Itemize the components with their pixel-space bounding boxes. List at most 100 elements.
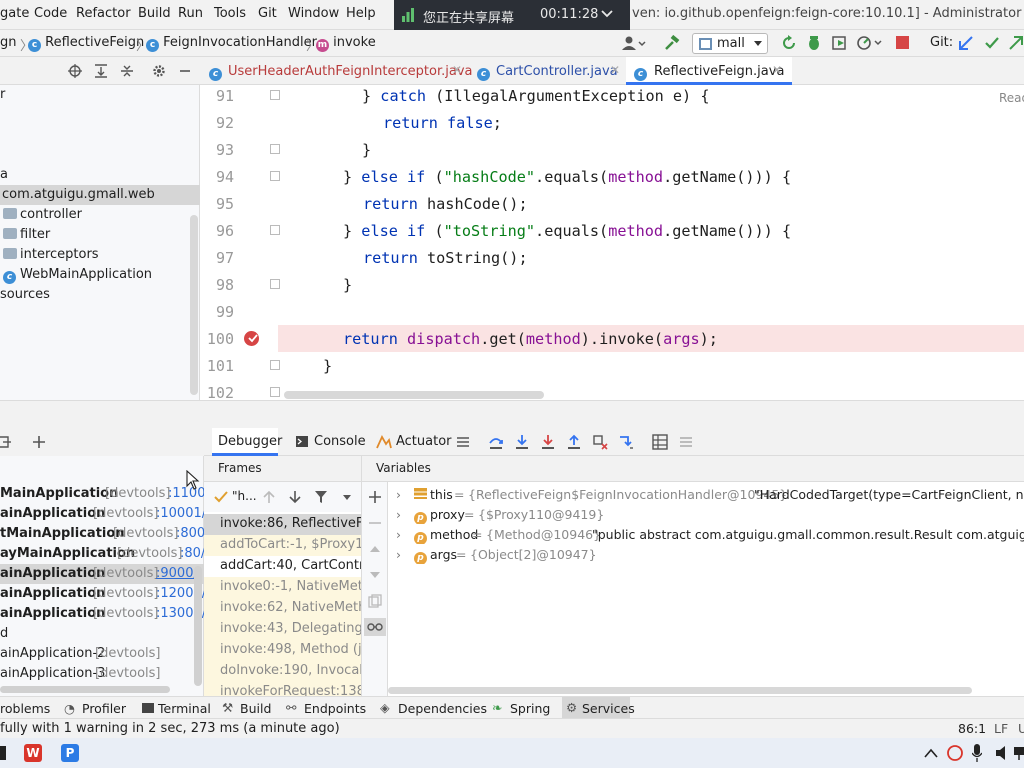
stack-frame[interactable]: addCart:40, CartController bbox=[204, 556, 361, 577]
close-icon[interactable]: ✕ bbox=[452, 63, 462, 77]
menu-lines-icon[interactable] bbox=[456, 435, 470, 449]
menu-window[interactable]: Window bbox=[288, 6, 339, 21]
service-item[interactable]: ainApplication-2 [devtools] bbox=[0, 644, 204, 664]
tool-tab-spring[interactable]: ❧ Spring bbox=[492, 697, 554, 719]
force-step-into-icon[interactable] bbox=[540, 434, 556, 450]
tab-debugger[interactable]: Debugger bbox=[212, 428, 282, 456]
tree-item[interactable]: r bbox=[0, 85, 200, 105]
run-configuration-selector[interactable]: mall bbox=[692, 33, 768, 54]
user-icon[interactable] bbox=[622, 36, 646, 50]
stack-frame[interactable]: addToCart:-1, $Proxy110 bbox=[204, 535, 361, 556]
step-over-icon[interactable] bbox=[488, 434, 504, 450]
line-separator[interactable]: LF bbox=[994, 721, 1008, 736]
minimize-icon[interactable] bbox=[178, 64, 192, 78]
tool-tab-build[interactable]: ⚒ Build bbox=[220, 697, 276, 719]
move-up-icon[interactable] bbox=[368, 542, 382, 556]
fold-marker-icon[interactable] bbox=[270, 171, 280, 181]
tree-item-resources[interactable]: sources bbox=[0, 285, 200, 305]
remove-watch-icon[interactable] bbox=[368, 516, 382, 530]
editor-horizontal-scrollbar[interactable] bbox=[284, 391, 544, 399]
trace-icon[interactable] bbox=[678, 434, 694, 450]
tab-userheaderauthfeigninterceptor[interactable]: c UserHeaderAuthFeignInterceptor.java ✕ bbox=[200, 57, 473, 85]
tree-item-interceptors[interactable]: interceptors bbox=[0, 245, 200, 265]
service-item[interactable]: MainApplication [devtools]:11000 bbox=[0, 484, 214, 504]
chevron-up-icon[interactable] bbox=[924, 748, 938, 758]
service-item[interactable]: ainApplication [devtools]:10001/ bbox=[0, 504, 206, 524]
chevron-down-icon[interactable] bbox=[342, 494, 352, 501]
caret-position[interactable]: 86:1 bbox=[958, 721, 986, 736]
tool-tab-profiler[interactable]: ◔ Profiler bbox=[62, 697, 126, 719]
reader-mode-toggle[interactable]: Read bbox=[999, 91, 1024, 105]
service-item[interactable]: tMainApplication [devtools]:8001 bbox=[0, 524, 213, 544]
menu-navigate[interactable]: gate bbox=[0, 6, 29, 21]
fold-marker-icon[interactable] bbox=[270, 360, 280, 370]
step-out-icon[interactable] bbox=[566, 434, 582, 450]
stack-frame[interactable]: invoke:86, ReflectiveFeign bbox=[204, 514, 361, 535]
add-icon[interactable] bbox=[32, 435, 46, 449]
stack-frame[interactable]: doInvoke:190, InvocableHandlerMethod bbox=[204, 661, 361, 682]
tree-item-webmainapplication[interactable]: c WebMainApplication bbox=[0, 265, 200, 285]
git-update-icon[interactable] bbox=[958, 35, 974, 51]
breadcrumb-module[interactable]: gn bbox=[0, 35, 17, 50]
thread-selector[interactable]: "h... bbox=[232, 489, 257, 503]
network-icon[interactable] bbox=[1014, 745, 1024, 761]
profiler-icon[interactable] bbox=[856, 35, 882, 51]
service-item[interactable]: ainApplication [devtools]:12000/ bbox=[0, 584, 206, 604]
stack-frame[interactable]: invoke:62, NativeMethodAccessorImpl bbox=[204, 598, 361, 619]
presentation-app-icon[interactable]: P bbox=[61, 744, 79, 762]
chevron-right-icon[interactable]: › bbox=[396, 527, 401, 542]
service-item[interactable]: d bbox=[0, 624, 204, 644]
chevron-right-icon[interactable]: › bbox=[396, 547, 401, 562]
arrow-down-icon[interactable] bbox=[288, 490, 302, 504]
tab-cartcontroller[interactable]: c CartController.java ✕ bbox=[470, 57, 626, 85]
fold-marker-icon[interactable] bbox=[270, 144, 280, 154]
fold-marker-icon[interactable] bbox=[270, 90, 280, 100]
file-encoding[interactable]: U bbox=[1018, 721, 1024, 736]
arrow-up-icon[interactable] bbox=[262, 490, 276, 504]
stack-frame[interactable]: invoke:498, Method (java.lang.reflect) bbox=[204, 640, 361, 661]
tab-console[interactable]: Console bbox=[292, 428, 366, 456]
menu-run[interactable]: Run bbox=[178, 6, 203, 21]
group-icon[interactable] bbox=[0, 435, 12, 449]
chevron-right-icon[interactable]: › bbox=[396, 507, 401, 522]
locate-icon[interactable] bbox=[68, 64, 82, 78]
stop-icon[interactable] bbox=[896, 36, 909, 49]
menu-refactor[interactable]: Refactor bbox=[76, 6, 131, 21]
rerun-icon[interactable] bbox=[781, 35, 797, 51]
gear-icon[interactable] bbox=[152, 64, 166, 78]
close-icon[interactable]: ✕ bbox=[772, 63, 782, 77]
git-push-icon[interactable] bbox=[1008, 35, 1024, 51]
stack-frame[interactable]: invoke:43, DelegatingMethodAccessorImpl bbox=[204, 619, 361, 640]
breadcrumb-class[interactable]: c ReflectiveFeign bbox=[28, 35, 144, 52]
app-tray-icon[interactable] bbox=[946, 745, 964, 761]
breadcrumb-method[interactable]: m invoke bbox=[316, 35, 376, 52]
drop-frame-icon[interactable] bbox=[592, 434, 608, 450]
status-message[interactable]: fully with 1 warning in 2 sec, 273 ms (a… bbox=[0, 721, 340, 736]
copy-icon[interactable] bbox=[368, 594, 382, 608]
tree-scrollbar[interactable] bbox=[190, 215, 198, 395]
tree-item-filter[interactable]: filter bbox=[0, 225, 200, 245]
screen-share-banner[interactable]: 您正在共享屏幕 00:11:28 bbox=[394, 0, 630, 31]
move-down-icon[interactable] bbox=[368, 568, 382, 582]
volume-icon[interactable] bbox=[996, 745, 1010, 761]
fold-marker-icon[interactable] bbox=[270, 279, 280, 289]
service-item-selected[interactable]: ainApplication [devtools]:9000/ bbox=[0, 564, 204, 584]
breadcrumb-inner-class[interactable]: c FeignInvocationHandler bbox=[146, 35, 317, 52]
tree-item-package-selected[interactable]: com.atguigu.gmall.web bbox=[0, 185, 200, 205]
fold-marker-icon[interactable] bbox=[270, 387, 280, 397]
tab-reflectivefeign[interactable]: c ReflectiveFeign.java ✕ bbox=[626, 57, 792, 85]
wps-app-icon[interactable]: W bbox=[24, 744, 42, 762]
tool-tab-dependencies[interactable]: ◈ Dependencies bbox=[380, 697, 487, 719]
service-item[interactable]: ainApplication [devtools]:13000/ bbox=[0, 604, 206, 624]
variable-row[interactable]: › p proxy = {$Proxy110@9419} bbox=[388, 504, 1024, 524]
tab-actuator[interactable]: Actuator bbox=[374, 428, 452, 456]
services-horizontal-scrollbar[interactable] bbox=[0, 686, 170, 693]
add-watch-icon[interactable] bbox=[368, 490, 382, 504]
variable-row[interactable]: › this = {ReflectiveFeign$FeignInvocatio… bbox=[388, 484, 1024, 504]
debug-icon[interactable] bbox=[806, 35, 822, 51]
tool-tab-services[interactable]: ⚙ Services bbox=[562, 697, 635, 719]
service-item[interactable]: ayMainApplication [devtools]:80/ bbox=[0, 544, 205, 564]
chevron-down-icon[interactable] bbox=[600, 6, 614, 20]
collapse-all-icon[interactable] bbox=[120, 64, 134, 78]
microphone-icon[interactable] bbox=[972, 744, 982, 762]
